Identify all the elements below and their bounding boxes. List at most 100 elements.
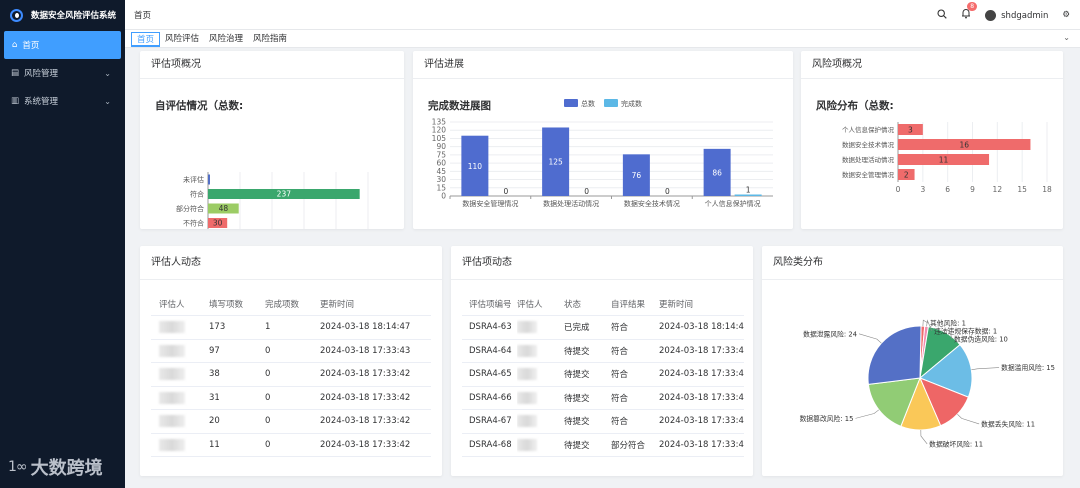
watermark-logo: 1∞ [8, 459, 28, 475]
pie-label: 数据破坏风险: 11 [929, 439, 983, 448]
gear-icon[interactable]: ⚙ [1062, 10, 1070, 20]
table-cell: 待提交 [564, 433, 611, 457]
table-row[interactable]: DSRA4-64 待提交 符合 2024-03-18 17:33:4 [462, 339, 744, 363]
table-cell: 2024-03-18 17:33:4 [659, 362, 744, 387]
data-label: 1 [746, 186, 751, 195]
sidebar: 数据安全风险评估系统 ⌂ 首页 ▤ 风险管理 ⌄ ▥ 系统管理 ⌄ 1∞ 大数跨… [0, 0, 125, 488]
search-icon[interactable] [937, 8, 947, 22]
tab-risk-assessment[interactable]: 风险评估 [160, 32, 204, 47]
y-tick-label: 105 [432, 134, 447, 143]
table-cell [151, 409, 209, 434]
table-cell [151, 315, 209, 340]
table-cell: 符合 [611, 362, 659, 387]
data-label: 125 [548, 158, 563, 167]
column-header: 评估项编号 [462, 292, 517, 316]
items-card: 评估项动态 评估项编号 评估人 状态 自评结果 更新时间 DSRA4-63 已完成… [451, 246, 753, 476]
table-header-row: 评估人 填写项数 完成项数 更新时间 [151, 292, 431, 316]
redacted-name [159, 438, 185, 451]
y-tick-label: 部分符合 [176, 204, 204, 213]
redacted-name [517, 321, 537, 334]
table-cell: 2024-03-18 18:14:47 [320, 315, 431, 340]
table-cell: 符合 [611, 386, 659, 410]
table-cell: 38 [209, 362, 265, 387]
avatar [985, 9, 997, 21]
pie-label: 数据丢失风险: 11 [981, 419, 1035, 428]
table-cell: 待提交 [564, 362, 611, 387]
y-tick-label: 30 [436, 175, 446, 184]
x-tick-label: 0 [896, 185, 901, 194]
table-row[interactable]: DSRA4-68 待提交 部分符合 2024-03-18 17:33:4 [462, 433, 744, 457]
table-cell: 2024-03-18 17:33:4 [659, 409, 744, 434]
username: shdgadmin [1001, 10, 1049, 21]
table-cell: DSRA4-66 [462, 386, 517, 410]
table-row[interactable]: 20 0 2024-03-18 17:33:42 [151, 409, 431, 434]
table-row[interactable]: 173 1 2024-03-18 18:14:47 [151, 315, 431, 340]
table-cell [517, 386, 564, 410]
column-header: 填写项数 [209, 292, 265, 316]
pie-leader-line [855, 409, 880, 419]
table-row[interactable]: DSRA4-65 待提交 符合 2024-03-18 17:33:4 [462, 362, 744, 387]
legend-label: 完成数 [621, 99, 642, 108]
pie-leader-line [858, 333, 882, 344]
redacted-name [159, 415, 185, 428]
sidebar-item-system-management[interactable]: ▥ 系统管理 ⌄ [0, 87, 125, 115]
table-cell: DSRA4-63 [462, 315, 517, 340]
breadcrumb[interactable]: 首页 [134, 9, 151, 21]
redacted-name [517, 391, 537, 404]
table-cell: 符合 [611, 409, 659, 434]
column-header: 完成项数 [265, 292, 320, 316]
y-tick-label: 45 [436, 167, 446, 176]
data-label: 0 [503, 187, 508, 196]
watermark-text: 大数跨境 [30, 458, 103, 479]
assessor-card: 评估人动态 评估人 填写项数 完成项数 更新时间 173 1 2024-03-18 … [140, 246, 442, 476]
table-cell: 2024-03-18 17:33:42 [320, 386, 431, 410]
topbar-actions: 8 shdgadmin ⚙ [937, 0, 1070, 30]
tab-home[interactable]: 首页 [131, 32, 161, 47]
y-tick-label: 未评估 [183, 175, 204, 184]
x-tick-label: 12 [993, 185, 1003, 194]
x-tick-label: 3 [920, 185, 925, 194]
progress-card: 评估进展 完成数进展图 总数 完成数 0 15 30 45 60 75 90 105 120 135… [413, 51, 793, 229]
tab-bar: 首页 风险评估 风险治理 风险指南 ⌄ [125, 30, 1080, 48]
table-row[interactable]: DSRA4-67 待提交 符合 2024-03-18 17:33:4 [462, 409, 744, 434]
table-row[interactable]: DSRA4-63 已完成 符合 2024-03-18 18:14:4 [462, 315, 744, 340]
notification-bell-icon[interactable]: 8 [961, 2, 978, 22]
column-header: 评估人 [151, 292, 209, 316]
sidebar-item-home[interactable]: ⌂ 首页 [4, 31, 121, 59]
data-label: 30 [213, 219, 223, 228]
folder-icon: ▤ [11, 68, 20, 78]
user-menu[interactable]: shdgadmin [985, 9, 1049, 21]
sidebar-item-risk-management[interactable]: ▤ 风险管理 ⌄ [0, 59, 125, 87]
table-row[interactable]: 31 0 2024-03-18 17:33:42 [151, 386, 431, 410]
redacted-name [517, 438, 537, 451]
assessor-table: 评估人 填写项数 完成项数 更新时间 173 1 2024-03-18 18:14:… [151, 292, 431, 457]
category-card: 风险类分布 其他风险: 1 违法违规保存数据: 1 数据伪造风险: 10 数据滥用风险… [762, 246, 1063, 476]
chevron-down-icon[interactable]: ⌄ [1063, 33, 1070, 42]
x-tick-label: 9 [970, 185, 975, 194]
table-cell: 2024-03-18 17:33:42 [320, 362, 431, 387]
table-row[interactable]: 97 0 2024-03-18 17:33:43 [151, 339, 431, 363]
column-header: 更新时间 [659, 292, 744, 316]
tab-risk-governance[interactable]: 风险治理 [204, 32, 248, 47]
pie-label: 违法违规保存数据: 1 [934, 327, 997, 336]
table-cell [517, 362, 564, 387]
table-cell: 部分符合 [611, 433, 659, 457]
x-tick-label: 18 [1042, 185, 1052, 194]
table-row[interactable]: 38 0 2024-03-18 17:33:42 [151, 362, 431, 387]
table-cell: 符合 [611, 339, 659, 363]
category-pie-chart: 其他风险: 1违法违规保存数据: 1数据伪造风险: 10 数据滥用风险: 15 数据… [800, 319, 1055, 449]
table-cell: 2024-03-18 17:33:42 [320, 409, 431, 434]
tab-risk-guide[interactable]: 风险指南 [248, 32, 292, 47]
data-label: 16 [959, 140, 969, 149]
table-row[interactable]: DSRA4-66 待提交 符合 2024-03-18 17:33:4 [462, 386, 744, 410]
table-cell: 2024-03-18 18:14:4 [659, 315, 744, 340]
table-header-row: 评估项编号 评估人 状态 自评结果 更新时间 [462, 292, 744, 316]
table-cell [151, 339, 209, 363]
risk-chart: 0 3 6 9 12 15 18 个人信息保护情况数据安全技术情况数据处理活动情况数据安全管理… [842, 122, 1052, 194]
redacted-name [159, 391, 185, 404]
app-title: 数据安全风险评估系统 [31, 11, 117, 21]
table-cell [517, 315, 564, 340]
table-row[interactable]: 11 0 2024-03-18 17:33:42 [151, 433, 431, 457]
y-tick-label: 120 [432, 126, 447, 135]
sidebar-item-label: 首页 [22, 41, 40, 51]
